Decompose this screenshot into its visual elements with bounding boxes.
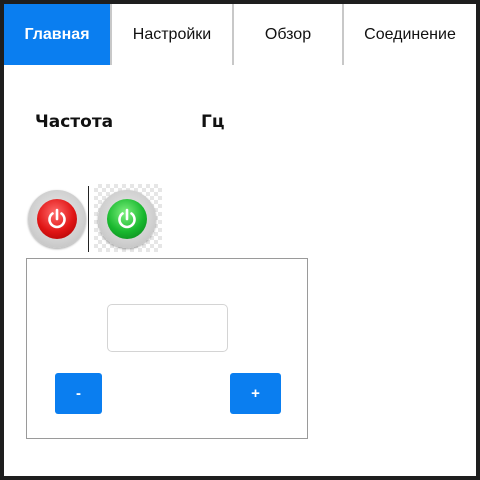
tab-settings[interactable]: Настройки [112,4,234,65]
power-on-icon [107,199,147,239]
frequency-unit: Гц [201,112,225,132]
separator [88,186,89,252]
power-off-button[interactable] [28,190,86,248]
control-panel: - + [26,258,308,439]
power-off-icon [37,199,77,239]
tab-overview[interactable]: Обзор [234,4,344,65]
tab-main[interactable]: Главная [4,4,112,65]
power-on-button[interactable] [98,190,156,248]
tab-connection[interactable]: Соединение [344,4,476,65]
tab-bar: Главная Настройки Обзор Соединение [4,4,476,65]
frequency-label: Частота [35,112,114,132]
value-input[interactable] [107,304,228,352]
app-frame: Главная Настройки Обзор Соединение Часто… [0,0,480,480]
decrement-button[interactable]: - [55,373,102,414]
increment-button[interactable]: + [230,373,281,414]
